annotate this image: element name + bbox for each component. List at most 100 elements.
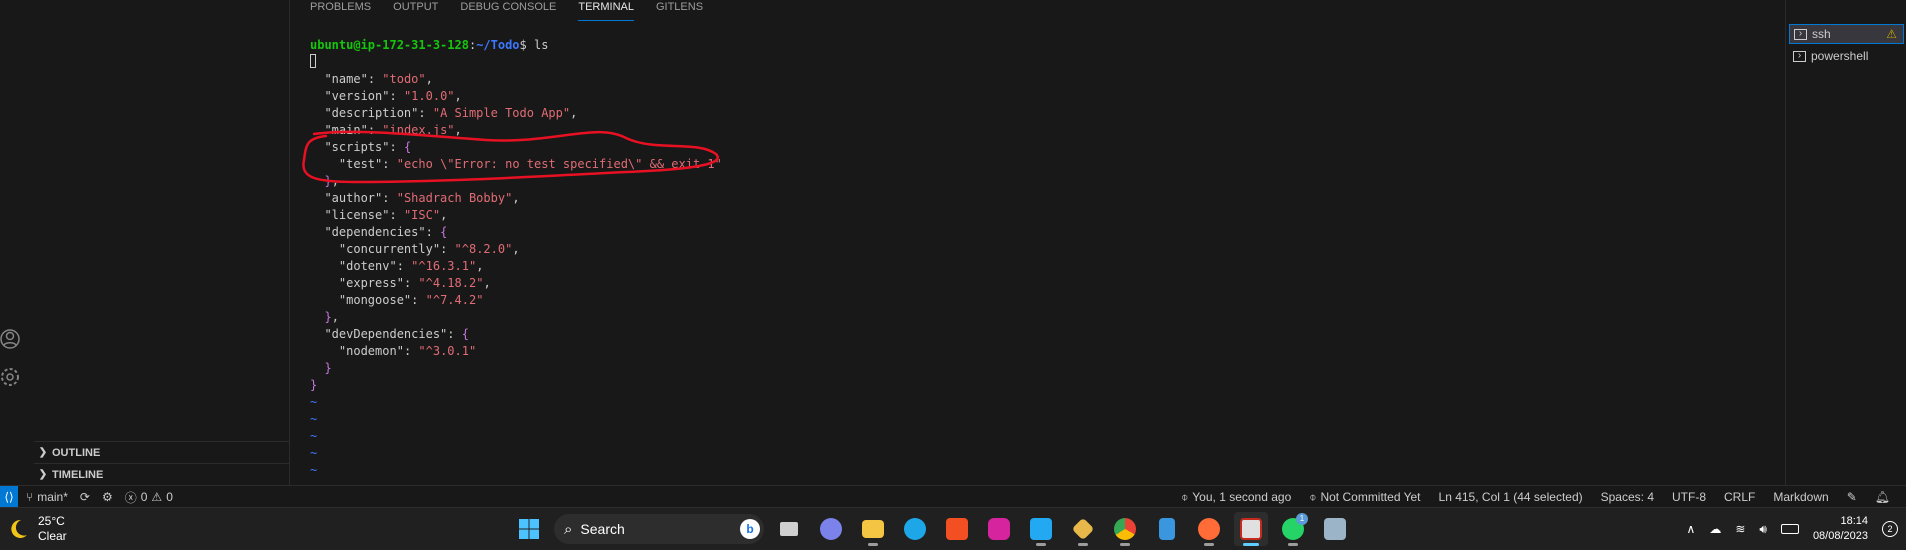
notepad-icon [1159,518,1175,540]
wifi-icon[interactable]: ≋ [1735,522,1745,536]
photos-icon [1324,518,1346,540]
snipping-tool-app[interactable] [1234,512,1268,546]
terminal-item-ssh[interactable]: › ssh ⚠ [1789,24,1904,44]
chrome-icon [1114,518,1136,540]
line-ending[interactable]: CRLF [1724,490,1755,504]
json-value: "^8.2.0" [454,242,513,256]
terminal-item-label: ssh [1812,27,1831,41]
git-app[interactable] [1066,512,1100,546]
timeline-section[interactable]: ❯ TIMELINE [34,463,289,485]
volume-icon[interactable]: 🔊︎ [1759,522,1767,537]
cursor-position[interactable]: Ln 415, Col 1 (44 selected) [1439,490,1583,504]
language-mode[interactable]: Markdown [1773,490,1828,504]
json-key: "nodemon" [338,344,404,358]
sync-icon[interactable]: ⟳ [80,490,90,504]
bottom-panel: PROBLEMS OUTPUT DEBUG CONSOLE TERMINAL G… [290,0,1784,485]
json-value: "^7.4.2" [425,293,484,307]
tab-debug-console[interactable]: DEBUG CONSOLE [460,0,556,21]
debug-icon[interactable]: ⚙ [102,490,113,504]
chevron-up-icon[interactable]: ∧ [1687,522,1696,536]
postman-app[interactable] [1192,512,1226,546]
instagram-app[interactable] [982,512,1016,546]
clock[interactable]: 18:14 08/08/2023 [1813,514,1868,544]
prompt-path: ~/Todo [476,38,520,52]
prompt-command: $ ls [519,38,549,52]
json-key: "license" [324,208,390,222]
bell-icon[interactable]: 🔔︎ [1875,490,1890,504]
json-value: "^4.18.2" [418,276,484,290]
warning-icon: ⚠ [1886,27,1897,41]
git-icon [1071,517,1095,541]
tab-output[interactable]: OUTPUT [393,0,438,21]
panel-tabs: PROBLEMS OUTPUT DEBUG CONSOLE TERMINAL G… [310,0,703,22]
feedback-icon[interactable]: ✎ [1847,490,1857,504]
sidebar: ❯ OUTLINE ❯ TIMELINE [34,0,290,485]
commit-label: Not Committed Yet [1320,490,1421,504]
chrome-app[interactable] [1108,512,1142,546]
file-explorer-app[interactable] [856,512,890,546]
chevron-right-icon: ❯ [38,447,48,458]
store-icon [946,518,968,540]
clock-time: 18:14 [1840,515,1868,527]
json-value: "^16.3.1" [411,259,477,273]
snipping-tool-icon [1240,518,1262,540]
json-key: "version" [324,89,390,103]
chat-icon [820,518,842,540]
terminal-item-powershell[interactable]: › powershell [1789,46,1904,66]
search-icon: ⌕ [564,520,573,538]
outline-section[interactable]: ❯ OUTLINE [34,441,289,463]
json-key: "dependencies" [324,225,426,239]
system-tray: ∧ ☁ ≋ 🔊︎ 18:14 08/08/2023 2 [1687,508,1898,550]
terminal-icon: › [1794,28,1807,40]
json-key: "dotenv" [338,259,397,273]
notepad-app[interactable] [1150,512,1184,546]
commit-status[interactable]: ⌽ Not Committed Yet [1309,490,1420,505]
json-value: "A Simple Todo App" [432,106,571,120]
git-commit-icon: ⌽ [1309,489,1317,504]
terminal-output[interactable]: ubuntu@ip-172-31-3-128:~/Todo$ ls "name"… [310,37,722,479]
gear-icon[interactable] [0,365,24,389]
branch-status[interactable]: ⑂ main* [26,490,68,504]
edge-app[interactable] [898,512,932,546]
chat-app[interactable] [814,512,848,546]
json-value: "index.js" [382,123,455,137]
tab-terminal[interactable]: TERMINAL [578,0,634,21]
photos-app[interactable] [1318,512,1352,546]
json-key: "scripts" [324,140,390,154]
tab-gitlens[interactable]: GITLENS [656,0,703,21]
json-value: "todo" [382,72,426,86]
vscode-icon [1030,518,1052,540]
problems-status[interactable]: ⓧ 0 ⚠ 0 [125,489,173,506]
account-icon[interactable] [0,327,24,351]
tab-problems[interactable]: PROBLEMS [310,0,371,21]
prompt-user: ubuntu@ip-172-31-3-128 [310,38,469,52]
json-value: "1.0.0" [403,89,455,103]
weather-widget[interactable]: 25°C Clear [6,514,67,544]
error-count: 0 [140,490,148,504]
indentation[interactable]: Spaces: 4 [1601,490,1654,504]
json-value: "^3.0.1" [418,344,477,358]
start-button[interactable] [512,512,546,546]
terminal-list: › ssh ⚠ › powershell [1785,0,1906,485]
notification-count[interactable]: 2 [1882,521,1898,537]
blame-status[interactable]: ⌽ You, 1 second ago [1181,490,1291,505]
task-view-button[interactable] [772,512,806,546]
battery-icon[interactable] [1780,524,1799,534]
store-app[interactable] [940,512,974,546]
timeline-label: TIMELINE [52,468,104,481]
whatsapp-app[interactable]: 1 [1276,512,1310,546]
activity-bar [0,0,34,485]
taskbar-apps: ⌕ Search b 1 [512,512,1352,546]
error-icon: ⓧ [124,490,137,505]
json-key: "devDependencies" [324,327,448,341]
json-key: "main" [324,123,368,137]
outline-label: OUTLINE [52,446,101,459]
encoding[interactable]: UTF-8 [1672,490,1706,504]
onedrive-icon[interactable]: ☁ [1709,522,1721,536]
remote-indicator[interactable]: ⟨⟩ [0,486,18,508]
taskbar-search[interactable]: ⌕ Search b [554,514,764,544]
bing-icon: b [740,519,760,539]
branch-label: main* [37,490,68,504]
vscode-app[interactable] [1024,512,1058,546]
json-value: "Shadrach Bobby" [396,191,513,205]
